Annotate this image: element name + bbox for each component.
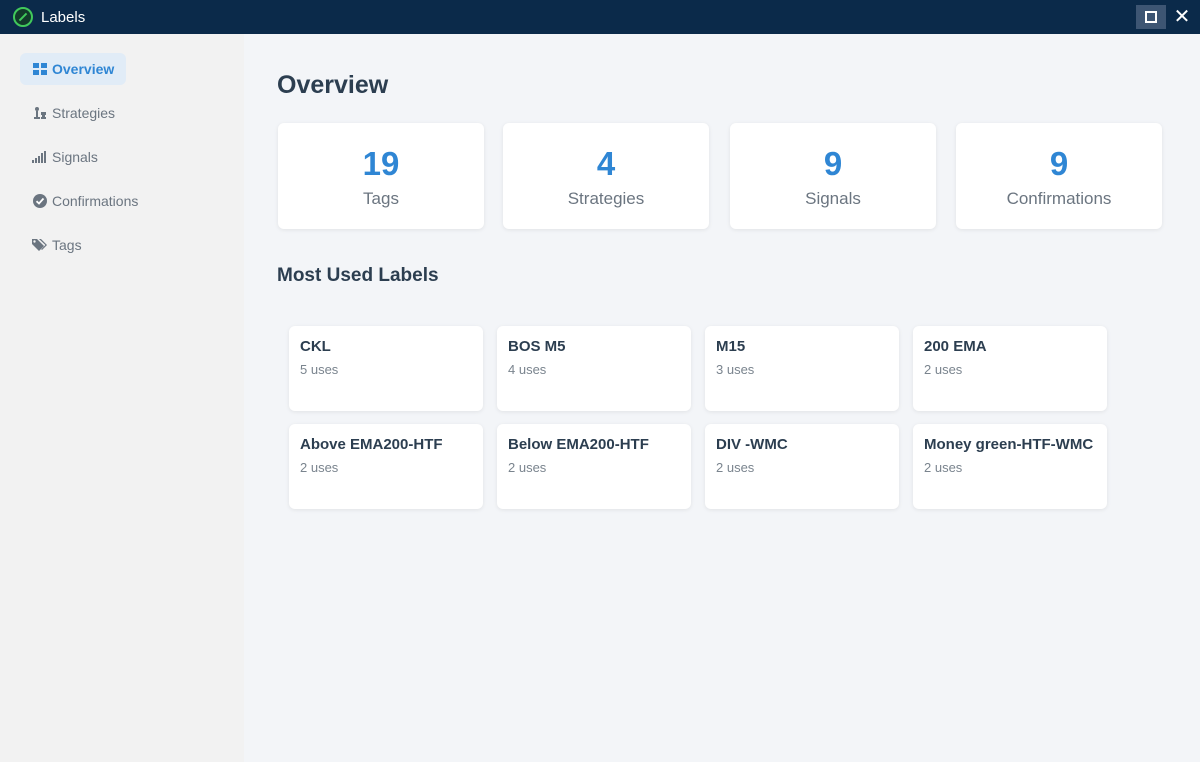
label-name: CKL [300, 338, 331, 355]
chess-icon [32, 106, 48, 120]
stat-value: 9 [823, 145, 843, 182]
label-uses: 5 uses [300, 362, 339, 377]
label-uses: 2 uses [924, 362, 963, 377]
stat-label: Confirmations [1006, 189, 1112, 208]
stat-value: 4 [596, 145, 616, 182]
stat-card-tags: 19 Tags [278, 123, 484, 229]
label-name: M15 [716, 338, 746, 355]
stat-value: 9 [1049, 145, 1069, 182]
stat-value: 19 [362, 145, 400, 182]
main-content: Overview 19 Tags 4 Strategies 9 Signals … [244, 34, 1200, 762]
stat-card-strategies: 4 Strategies [503, 123, 709, 229]
label-name: BOS M5 [508, 338, 566, 355]
label-name: Below EMA200-HTF [508, 436, 649, 453]
page-title: Overview [277, 71, 389, 99]
label-card[interactable]: DIV -WMC 2 uses [705, 424, 899, 509]
label-name: DIV -WMC [716, 436, 788, 453]
label-uses: 4 uses [508, 362, 547, 377]
window-title: Labels [41, 9, 86, 26]
label-uses: 2 uses [300, 460, 339, 475]
label-uses: 3 uses [716, 362, 755, 377]
sidebar-item-overview[interactable]: Overview [20, 53, 127, 85]
stat-card-confirmations: 9 Confirmations [956, 123, 1162, 229]
sidebar-item-confirmations[interactable]: Confirmations [20, 185, 150, 217]
label-card[interactable]: Money green-HTF-WMC 2 uses [913, 424, 1107, 509]
label-card[interactable]: Below EMA200-HTF 2 uses [497, 424, 691, 509]
title-bar: Labels ✕ [0, 0, 1200, 34]
sidebar-item-label: Strategies [52, 105, 116, 121]
section-title-most-used: Most Used Labels [277, 265, 439, 286]
label-card[interactable]: M15 3 uses [705, 326, 899, 411]
sidebar-item-signals[interactable]: Signals [20, 141, 110, 173]
label-card[interactable]: CKL 5 uses [289, 326, 483, 411]
grid-icon [32, 62, 48, 76]
sidebar-item-label: Confirmations [52, 193, 139, 209]
maximize-icon [1145, 11, 1157, 23]
label-card[interactable]: 200 EMA 2 uses [913, 326, 1107, 411]
close-icon: ✕ [1173, 6, 1191, 28]
check-circle-icon [32, 194, 48, 208]
sidebar-item-strategies[interactable]: Strategies [20, 97, 127, 129]
tags-icon [32, 238, 48, 252]
label-uses: 2 uses [508, 460, 547, 475]
label-name: 200 EMA [924, 338, 987, 355]
label-name: Above EMA200-HTF [300, 436, 443, 453]
stat-label: Signals [805, 189, 861, 208]
label-card[interactable]: Above EMA200-HTF 2 uses [289, 424, 483, 509]
sidebar: Overview Strategies Signals Confirmation… [0, 34, 244, 762]
label-name: Money green-HTF-WMC [924, 436, 1094, 453]
label-uses: 2 uses [716, 460, 755, 475]
sidebar-item-label: Tags [52, 237, 82, 253]
sidebar-item-label: Signals [52, 149, 98, 165]
sidebar-item-label: Overview [52, 61, 115, 77]
app-logo-icon [13, 7, 33, 27]
label-card[interactable]: BOS M5 4 uses [497, 326, 691, 411]
close-button[interactable]: ✕ [1167, 5, 1197, 29]
stat-label: Strategies [567, 189, 645, 208]
stat-label: Tags [363, 189, 399, 208]
signal-bars-icon [32, 150, 48, 164]
label-uses: 2 uses [924, 460, 963, 475]
stat-card-signals: 9 Signals [730, 123, 936, 229]
maximize-button[interactable] [1136, 5, 1166, 29]
sidebar-item-tags[interactable]: Tags [20, 229, 94, 261]
